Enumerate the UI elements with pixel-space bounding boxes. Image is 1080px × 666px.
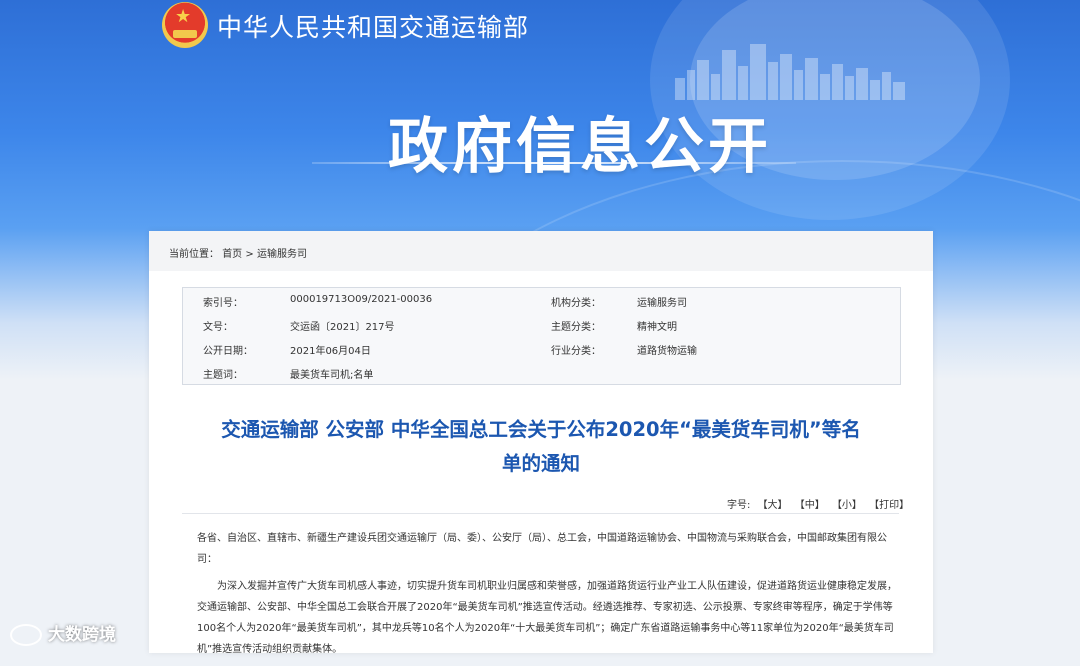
body-paragraph: 为深入发掘并宣传广大货车司机感人事迹，切实提升货车司机职业归属感和荣誉感，加强道… bbox=[197, 581, 897, 655]
national-emblem-icon: ★ bbox=[162, 2, 208, 48]
metadata-row: 主题词： 最美货车司机;名单 bbox=[183, 360, 900, 384]
document-title-line: 交通运输部 公安部 中华全国总工会关于公布2020年“最美货车司机”等名 bbox=[221, 418, 861, 441]
document-metadata-table: 索引号： 000019713O09/2021-00036 机构分类： 运输服务司… bbox=[182, 287, 901, 385]
document-title-line: 单的通知 bbox=[501, 452, 580, 475]
keywords-label: 主题词： bbox=[203, 370, 243, 381]
metadata-row: 索引号： 000019713O09/2021-00036 机构分类： 运输服务司 bbox=[183, 288, 900, 312]
industry-value: 道路货物运输 bbox=[637, 346, 697, 357]
document-title: 交通运输部 公安部 中华全国总工会关于公布2020年“最美货车司机”等名 单的通… bbox=[179, 413, 903, 481]
topic-value: 精神文明 bbox=[637, 322, 677, 333]
org-value: 运输服务司 bbox=[637, 298, 687, 309]
content-divider bbox=[182, 513, 899, 514]
breadcrumb-bar: 当前位置： 首页 > 运输服务司 bbox=[149, 231, 933, 271]
salutation-paragraph: 各省、自治区、直辖市、新疆生产建设兵团交通运输厅（局、委）、公安厅（局）、总工会… bbox=[197, 533, 887, 565]
breadcrumb-home-link[interactable]: 首页 bbox=[222, 249, 242, 260]
industry-label: 行业分类： bbox=[551, 346, 601, 357]
skyline-graphic bbox=[675, 44, 905, 100]
title-divider bbox=[312, 162, 796, 164]
date-label: 公开日期： bbox=[203, 346, 253, 357]
index-value: 000019713O09/2021-00036 bbox=[290, 294, 433, 305]
document-body: 各省、自治区、直辖市、新疆生产建设兵团交通运输厅（局、委）、公安厅（局）、总工会… bbox=[197, 528, 897, 666]
watermark: 大数跨境 bbox=[10, 620, 116, 646]
font-size-toolbar: 字号: 【大】 【中】 【小】 【打印】 bbox=[723, 496, 909, 511]
metadata-row: 公开日期： 2021年06月04日 行业分类： 道路货物运输 bbox=[183, 336, 900, 360]
watermark-text: 大数跨境 bbox=[48, 625, 116, 645]
font-size-label: 字号: bbox=[727, 500, 751, 511]
docno-label: 文号： bbox=[203, 322, 233, 333]
watermark-logo-icon bbox=[10, 624, 42, 646]
breadcrumb-prefix: 当前位置： bbox=[169, 249, 219, 260]
breadcrumb-current-link[interactable]: 运输服务司 bbox=[257, 249, 307, 260]
metadata-row: 文号： 交运函〔2021〕217号 主题分类： 精神文明 bbox=[183, 312, 900, 336]
font-medium-button[interactable]: 【中】 bbox=[795, 500, 825, 511]
docno-value: 交运函〔2021〕217号 bbox=[290, 322, 395, 333]
date-value: 2021年06月04日 bbox=[290, 346, 371, 357]
keywords-value: 最美货车司机;名单 bbox=[290, 370, 374, 381]
font-large-button[interactable]: 【大】 bbox=[758, 500, 788, 511]
font-small-button[interactable]: 【小】 bbox=[832, 500, 862, 511]
breadcrumb: 当前位置： 首页 > 运输服务司 bbox=[169, 245, 307, 260]
page-title: 政府信息公开 bbox=[388, 112, 772, 182]
org-label: 机构分类： bbox=[551, 298, 601, 309]
topic-label: 主题分类： bbox=[551, 322, 601, 333]
print-button[interactable]: 【打印】 bbox=[869, 500, 909, 511]
ministry-name[interactable]: 中华人民共和国交通运输部 bbox=[217, 8, 529, 44]
index-label: 索引号： bbox=[203, 298, 243, 309]
breadcrumb-separator: > bbox=[245, 249, 254, 260]
content-card: 当前位置： 首页 > 运输服务司 索引号： 000019713O09/2021-… bbox=[149, 231, 933, 655]
